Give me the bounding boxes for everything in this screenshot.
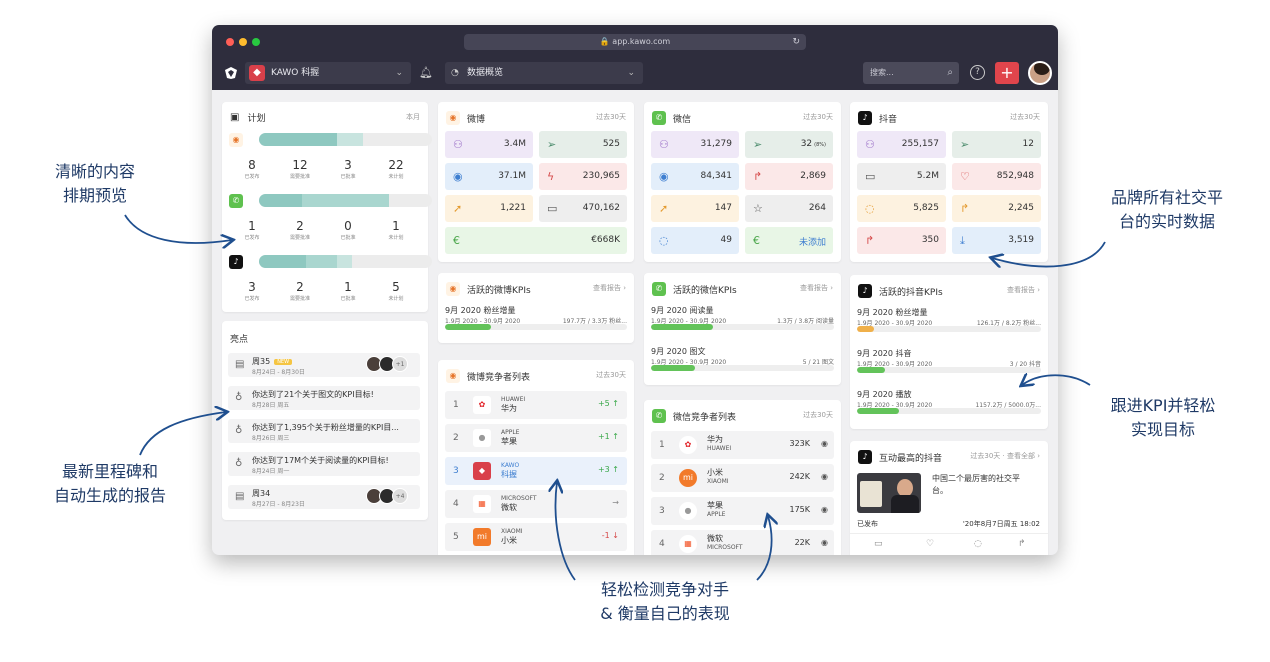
annotation-realtime-data: 品牌所有社交平 台的实时数据 (1092, 186, 1242, 234)
annotation-line: 排期预览 (62, 186, 127, 205)
annotation-line: 自动生成的报告 (53, 486, 166, 505)
annotation-line: 实现目标 (1130, 420, 1195, 439)
annotation-arrows (124, 214, 1106, 581)
annotation-line: & 衡量自己的表现 (600, 604, 730, 623)
annotation-kpi: 跟进KPI并轻松 实现目标 (1088, 394, 1238, 442)
annotation-line: 清晰的内容 (54, 162, 135, 181)
annotation-competitors: 轻松检测竞争对手 & 衡量自己的表现 (565, 578, 765, 626)
annotation-line: 跟进KPI并轻松 (1110, 396, 1216, 415)
annotation-milestones: 最新里程碑和 自动生成的报告 (30, 460, 190, 508)
annotation-line: 轻松检测竞争对手 (600, 580, 729, 599)
annotation-line: 最新里程碑和 (61, 462, 158, 481)
annotation-content-schedule: 清晰的内容 排期预览 (45, 160, 145, 208)
annotation-line: 台的实时数据 (1118, 212, 1215, 231)
annotation-line: 品牌所有社交平 (1110, 188, 1223, 207)
